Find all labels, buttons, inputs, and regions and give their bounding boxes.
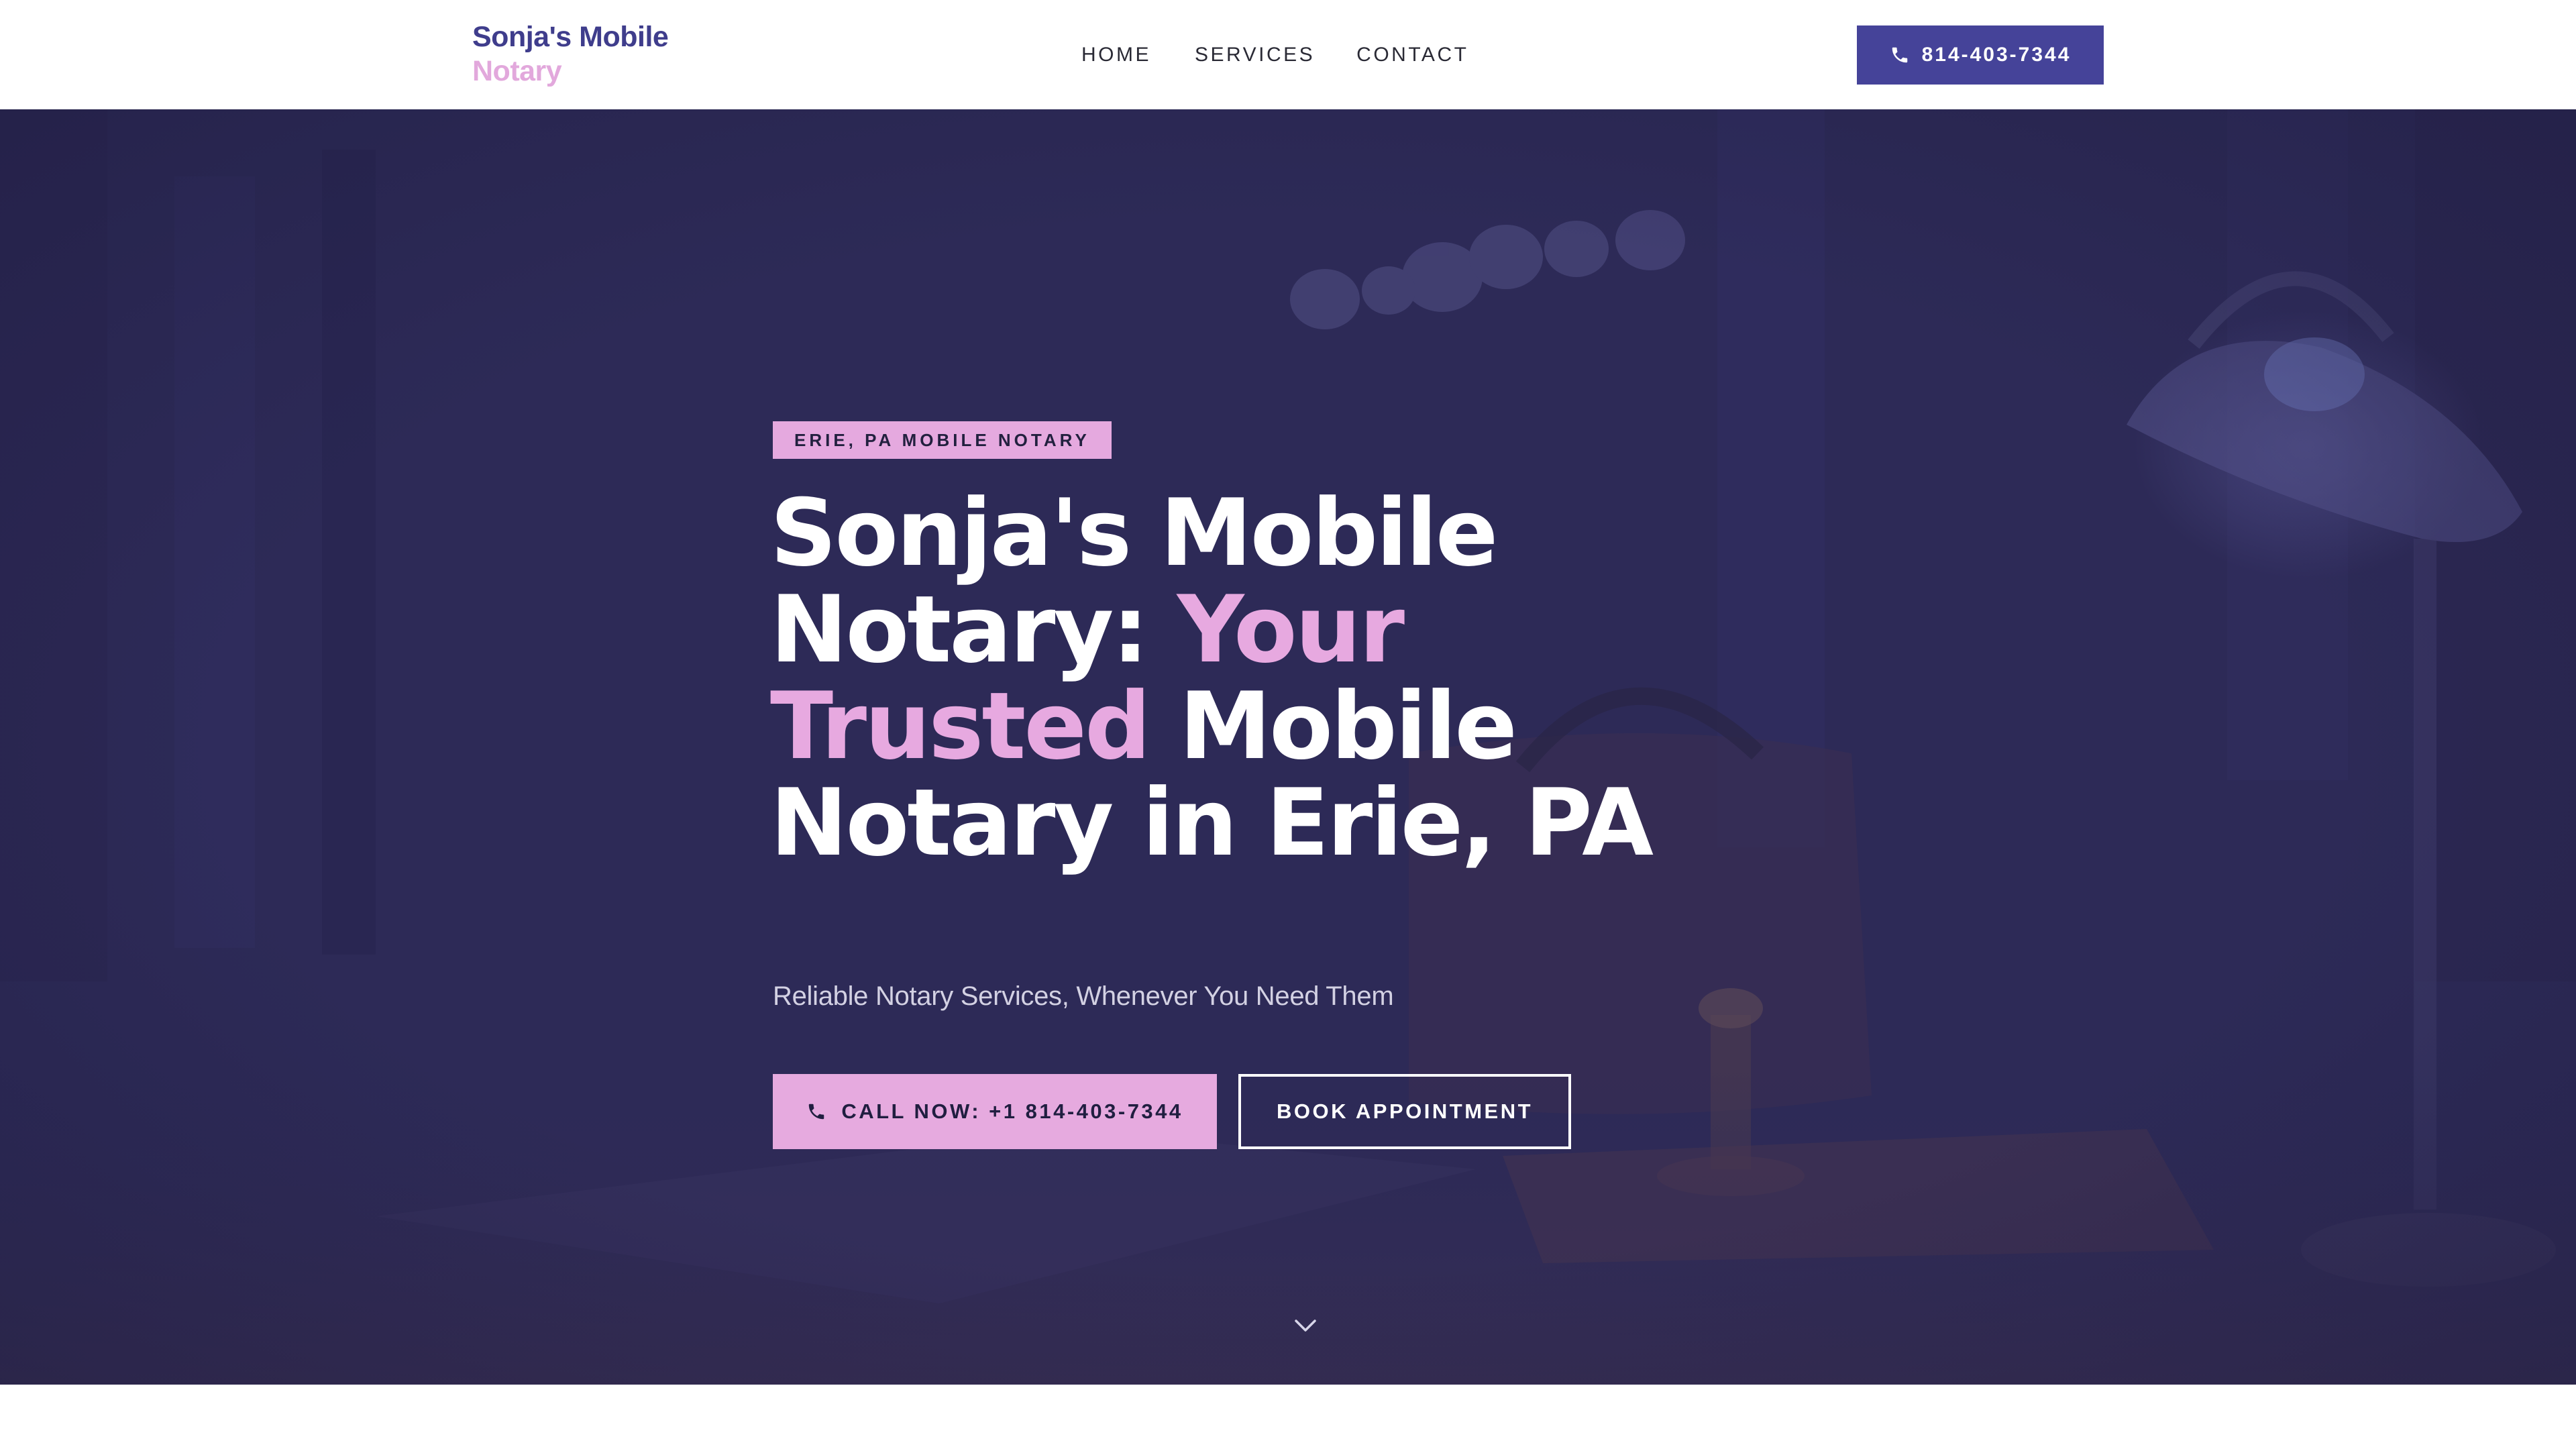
headline-accent-2: Trusted — [770, 672, 1151, 780]
headline-part-1: Sonja's Mobile — [770, 479, 1498, 587]
nav-contact[interactable]: CONTACT — [1356, 42, 1468, 68]
site-header: Sonja's Mobile Notary HOME SERVICES CONT… — [0, 0, 2576, 109]
chevron-down-icon — [1295, 1320, 1316, 1332]
phone-icon — [809, 1104, 824, 1120]
book-appointment-button[interactable]: BOOK APPOINTMENT — [1238, 1074, 1571, 1149]
hero-headline: Sonja's Mobile Notary: Your Trusted Mobi… — [770, 485, 1654, 871]
headline-accent-1: Your — [1177, 576, 1405, 684]
nav-home[interactable]: HOME — [1081, 42, 1151, 68]
call-now-button[interactable]: CALL NOW: +1 814-403-7344 — [773, 1074, 1217, 1149]
scroll-down-button[interactable] — [1292, 1312, 1319, 1339]
nav-services[interactable]: SERVICES — [1195, 42, 1315, 68]
header-phone-label: 814-403-7344 — [1921, 44, 2072, 66]
next-section — [0, 1385, 2576, 1449]
logo-line-1: Sonja's Mobile — [472, 21, 669, 53]
headline-part-6: Notary in Erie, PA — [770, 769, 1654, 877]
hero-section: ERIE, PA MOBILE NOTARY Sonja's Mobile No… — [0, 109, 2576, 1385]
call-now-label: CALL NOW: +1 814-403-7344 — [841, 1099, 1183, 1123]
main-nav: HOME SERVICES CONTACT — [1081, 42, 1510, 68]
headline-part-2: Notary: — [770, 576, 1177, 684]
hero-subheadline: Reliable Notary Services, Whenever You N… — [773, 981, 1394, 1011]
phone-icon — [1892, 47, 1907, 63]
location-badge: ERIE, PA MOBILE NOTARY — [773, 421, 1112, 459]
site-logo[interactable]: Sonja's Mobile Notary — [472, 20, 669, 89]
header-phone-button[interactable]: 814-403-7344 — [1857, 25, 2104, 85]
logo-line-2: Notary — [472, 55, 562, 87]
headline-part-5: Mobile — [1148, 672, 1517, 780]
